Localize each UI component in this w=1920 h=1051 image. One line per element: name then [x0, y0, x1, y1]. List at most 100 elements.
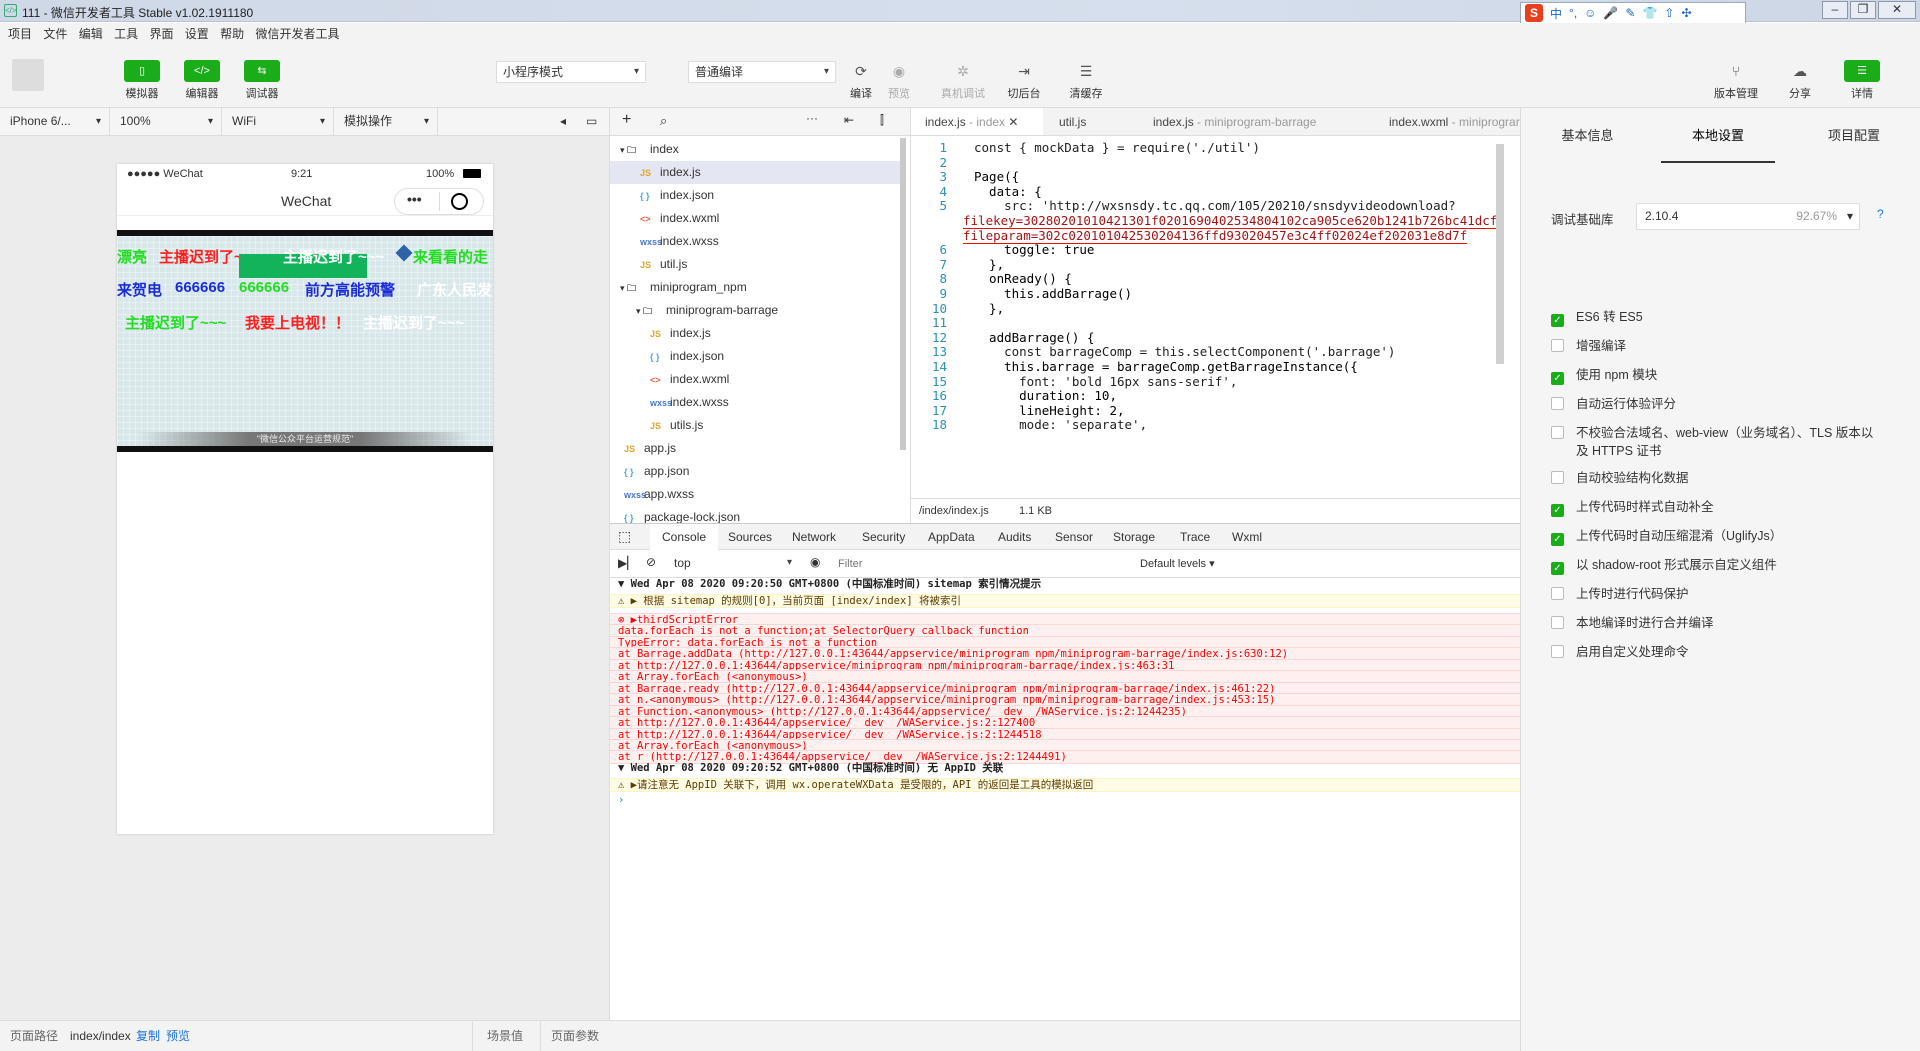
- checkbox-icon[interactable]: [1551, 587, 1564, 600]
- menu-help[interactable]: 帮助: [220, 23, 244, 45]
- lib-version-select[interactable]: 2.10.4 92.67% ▾: [1636, 203, 1860, 230]
- setting-checkbox[interactable]: 自动运行体验评分: [1551, 395, 1881, 413]
- setting-checkbox[interactable]: 本地编译时进行合并编译: [1551, 614, 1881, 632]
- pen-icon[interactable]: ✎: [1625, 6, 1635, 20]
- emoji-icon[interactable]: ☺: [1584, 6, 1596, 20]
- log-levels-select[interactable]: Default levels ▾: [1140, 557, 1215, 570]
- code-line[interactable]: const { mockData } = require('./util'): [974, 140, 1260, 155]
- file-tree-item[interactable]: JS index.js: [610, 161, 900, 184]
- tab-trace[interactable]: Trace: [1180, 524, 1210, 550]
- file-tree-item[interactable]: JS index.js: [610, 322, 900, 345]
- code-line[interactable]: Page({: [974, 169, 1019, 184]
- editor-button[interactable]: </> 编辑器: [180, 60, 224, 101]
- file-tree-item[interactable]: JS util.js: [610, 253, 900, 276]
- tree-scrollbar[interactable]: [900, 138, 906, 450]
- code-line[interactable]: onReady() {: [974, 271, 1072, 286]
- tools-icon[interactable]: ✣: [1681, 6, 1691, 20]
- tab-index-js[interactable]: index.js - index ✕: [911, 108, 1043, 135]
- code-line[interactable]: data: {: [974, 184, 1042, 199]
- device-select[interactable]: iPhone 6/...: [0, 108, 110, 135]
- tab-sources[interactable]: Sources: [728, 524, 772, 550]
- file-tree-item[interactable]: { } app.json: [610, 460, 900, 483]
- setting-checkbox[interactable]: 自动校验结构化数据: [1551, 469, 1881, 487]
- code-line[interactable]: lineHeight: 2,: [974, 403, 1124, 418]
- upload-icon[interactable]: ⇧: [1664, 6, 1674, 20]
- mode-select[interactable]: 小程序模式: [496, 61, 646, 83]
- eye-icon[interactable]: ◉: [810, 555, 820, 569]
- code-line[interactable]: mode: 'separate',: [974, 417, 1147, 432]
- maximize-button[interactable]: ❐: [1850, 1, 1876, 19]
- checkbox-icon[interactable]: [1551, 426, 1564, 439]
- tab-util-js[interactable]: util.js: [1045, 108, 1100, 135]
- checkbox-icon[interactable]: [1551, 645, 1564, 658]
- tab-basic-info[interactable]: 基本信息: [1521, 108, 1654, 163]
- compile-mode-select[interactable]: 普通编译: [688, 61, 836, 83]
- close-button[interactable]: ✕: [1878, 1, 1916, 19]
- tab-audits[interactable]: Audits: [998, 524, 1031, 550]
- code-line[interactable]: this.addBarrage(): [974, 286, 1132, 301]
- setting-checkbox[interactable]: ✓ 上传代码时自动压缩混淆（UglifyJs）: [1551, 527, 1881, 546]
- zoom-select[interactable]: 100%: [110, 108, 222, 135]
- capsule-menu[interactable]: •••: [394, 188, 484, 215]
- more-icon[interactable]: ···: [806, 111, 818, 125]
- code-line[interactable]: filekey=30280201010421301f02016904025348…: [963, 213, 1498, 229]
- sim-op-select[interactable]: 模拟操作: [334, 108, 438, 135]
- code-line[interactable]: fileparam=302c020101042530204136ffd93020…: [963, 228, 1468, 244]
- preview-link[interactable]: 预览: [166, 1021, 190, 1051]
- tab-wxml[interactable]: Wxml: [1232, 524, 1262, 550]
- checkbox-icon[interactable]: [1551, 471, 1564, 484]
- menu-wechat-devtools[interactable]: 微信开发者工具: [256, 23, 340, 45]
- ime-lang[interactable]: 中: [1550, 5, 1562, 22]
- details-button[interactable]: ☰ 详情: [1844, 60, 1880, 101]
- copy-link[interactable]: 复制: [136, 1021, 160, 1051]
- tab-security[interactable]: Security: [862, 524, 905, 550]
- menu-edit[interactable]: 编辑: [79, 23, 103, 45]
- menu-settings[interactable]: 设置: [185, 23, 209, 45]
- mic-icon[interactable]: 🎤: [1603, 6, 1618, 20]
- tab-network[interactable]: Network: [792, 524, 836, 550]
- checkbox-icon[interactable]: [1551, 339, 1564, 352]
- setting-checkbox[interactable]: 不校验合法域名、web-view（业务域名）、TLS 版本以及 HTTPS 证书: [1551, 424, 1881, 460]
- context-select[interactable]: top: [668, 553, 798, 575]
- popout-icon[interactable]: ▭: [586, 114, 597, 128]
- tab-console[interactable]: Console: [650, 524, 719, 552]
- file-tree-item[interactable]: ▾ 🗀 miniprogram_npm: [610, 276, 900, 299]
- scene-value[interactable]: 场景值: [472, 1021, 542, 1051]
- phone-screen[interactable]: ●●●●● WeChat 9:21 100% WeChat ••• 漂亮 主播迟…: [117, 164, 493, 834]
- add-icon[interactable]: +: [622, 111, 631, 129]
- tab-local-settings[interactable]: 本地设置: [1661, 108, 1775, 163]
- setting-checkbox[interactable]: 上传时进行代码保护: [1551, 585, 1881, 603]
- code-line[interactable]: this.barrage = barrageComp.getBarrageIns…: [974, 359, 1358, 374]
- clear-cache-button[interactable]: ☰ 清缓存: [1066, 60, 1106, 101]
- code-line[interactable]: font: 'bold 16px sans-serif',: [974, 374, 1237, 389]
- sidebar-toggle-icon[interactable]: ▶▏: [618, 556, 636, 570]
- checkbox-icon[interactable]: ✓: [1551, 562, 1564, 575]
- help-icon[interactable]: ?: [1877, 207, 1884, 221]
- file-tree-item[interactable]: <> index.wxml: [610, 207, 900, 230]
- setting-checkbox[interactable]: 增强编译: [1551, 337, 1881, 355]
- code-line[interactable]: addBarrage() {: [974, 330, 1094, 345]
- volume-icon[interactable]: ◂: [560, 114, 566, 128]
- tab-index-wxml[interactable]: index.wxml - miniprogram-: [1375, 108, 1520, 135]
- sogou-icon[interactable]: S: [1525, 4, 1543, 22]
- code-line[interactable]: duration: 10,: [974, 388, 1117, 403]
- tab-project-config[interactable]: 项目配置: [1787, 108, 1920, 163]
- file-tree-item[interactable]: { } index.json: [610, 345, 900, 368]
- file-tree-item[interactable]: wxssapp.wxss: [610, 483, 900, 506]
- code-area[interactable]: 1 const { mockData } = require('./util') 2…: [911, 136, 1520, 498]
- file-tree-item[interactable]: ▾ 🗀 miniprogram-barrage: [610, 299, 900, 322]
- setting-checkbox[interactable]: ✓ 以 shadow-root 形式展示自定义组件: [1551, 556, 1881, 575]
- tab-close-icon[interactable]: ✕: [1008, 115, 1018, 129]
- setting-checkbox[interactable]: ✓ 上传代码时样式自动补全: [1551, 498, 1881, 517]
- compile-button[interactable]: ⟳ 编译: [846, 60, 876, 101]
- share-button[interactable]: ☁ 分享: [1784, 60, 1816, 101]
- version-button[interactable]: ⑂ 版本管理: [1710, 60, 1762, 101]
- remote-debug-button[interactable]: ✲ 真机调试: [936, 60, 990, 101]
- debugger-button[interactable]: ⇆ 调试器: [240, 60, 284, 101]
- console-filter-input[interactable]: [838, 554, 1108, 574]
- setting-checkbox[interactable]: ✓ 使用 npm 模块: [1551, 366, 1881, 385]
- more-icon[interactable]: •••: [407, 191, 422, 207]
- avatar[interactable]: [12, 59, 44, 91]
- file-tree-item[interactable]: wxssindex.wxss: [610, 391, 900, 414]
- code-line[interactable]: toggle: true: [974, 242, 1094, 257]
